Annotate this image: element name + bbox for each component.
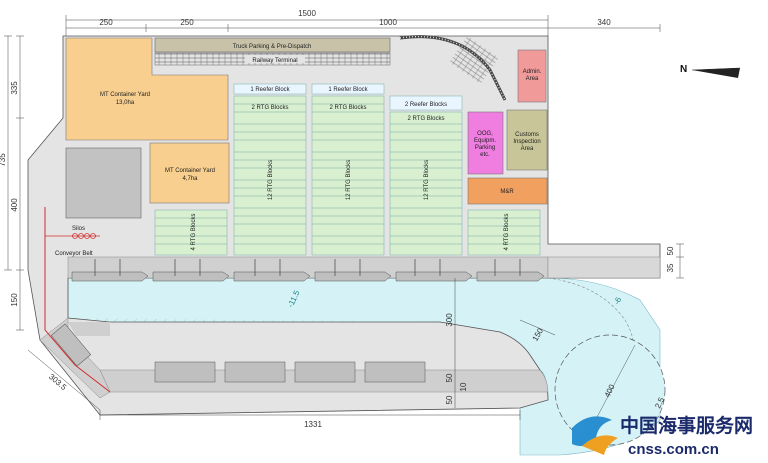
rtg4-label-left: 4 RTG Blocks: [191, 214, 197, 251]
mt-yard-small-size: 4,7ha: [182, 176, 198, 182]
silos-label: Silos: [72, 226, 85, 232]
oog-line-2: Equipm.: [474, 138, 496, 144]
dim-top-seg1: 250: [99, 18, 113, 27]
railway-terminal-label: Railway Terminal: [252, 58, 297, 64]
rtg2-label-2: 2 RTG Blocks: [330, 105, 367, 111]
rtg2-label-1: 2 RTG Blocks: [252, 105, 289, 111]
dim-center-10: 10: [459, 382, 468, 391]
rtg12-label-2: 12 RTG Blocks: [346, 160, 352, 200]
conveyor-belt-label: Conveyor Belt: [55, 251, 93, 257]
dim-right-35: 35: [666, 263, 675, 272]
dim-center-50b: 50: [445, 395, 454, 404]
oog-line-3: Parking: [475, 145, 495, 151]
rtg12-label-1: 12 RTG Blocks: [268, 160, 274, 200]
north-arrow-icon: N: [680, 64, 741, 78]
rtg-column-1: 1 Reefer Block 2 RTG Blocks 12 RTG Block…: [233, 83, 307, 256]
admin-line-2: Area: [526, 76, 539, 82]
watermark-chinese: 中国海事服务网: [620, 414, 753, 437]
port-layout-plan: Truck Parking & Pre-Dispatch Railway Ter…: [0, 9, 753, 458]
dim-bottom-1331: 1331: [304, 420, 322, 429]
reefer-label-3: 2 Reefer Blocks: [405, 102, 447, 108]
dim-left-150: 150: [10, 293, 19, 307]
mr-label: M&R: [500, 189, 514, 195]
rtg4-label-right: 4 RTG Blocks: [504, 214, 510, 251]
dim-top-right: 340: [597, 18, 611, 27]
north-label: N: [680, 64, 687, 75]
dim-top-seg2: 250: [180, 18, 194, 27]
mt-yard-small-name: MT Container Yard: [165, 168, 215, 174]
rtg-block-left: 4 RTG Blocks: [154, 209, 228, 256]
dim-top-total: 1500: [298, 9, 316, 18]
rtg-column-3: 2 Reefer Blocks 2 RTG Blocks 12 RTG Bloc…: [389, 95, 463, 256]
dim-left-400: 400: [10, 198, 19, 212]
reefer-label-1: 1 Reefer Block: [250, 87, 290, 93]
mt-yard-large-size: 13,0ha: [116, 100, 135, 106]
rtg2-label-3: 2 RTG Blocks: [408, 116, 445, 122]
mt-yard-large-name: MT Container Yard: [100, 92, 150, 98]
dim-top-seg3: 1000: [379, 18, 397, 27]
dim-left-735: 735: [0, 153, 7, 167]
customs-line-3: Area: [521, 146, 534, 152]
silos-dark-area: [65, 147, 142, 219]
oog-line-1: OOG,: [477, 131, 493, 137]
rtg-block-right: 4 RTG Blocks: [467, 209, 541, 256]
customs-line-1: Customs: [515, 132, 539, 138]
watermark-url: cnss.com.cn: [628, 441, 719, 458]
reefer-label-2: 1 Reefer Block: [328, 87, 368, 93]
rtg-column-2: 1 Reefer Block 2 RTG Blocks 12 RTG Block…: [311, 83, 385, 256]
truck-parking-label: Truck Parking & Pre-Dispatch: [233, 44, 312, 50]
admin-line-1: Admin.: [523, 69, 542, 75]
dim-diag-303-5: 303.5: [47, 372, 69, 392]
dim-right-50: 50: [666, 246, 675, 255]
customs-line-2: Inspection: [513, 139, 540, 145]
dim-center-50a: 50: [445, 373, 454, 382]
oog-line-4: etc.: [480, 152, 490, 158]
quay-extension: [547, 256, 661, 279]
dim-left-335: 335: [10, 81, 19, 95]
rtg12-label-3: 12 RTG Blocks: [424, 160, 430, 200]
dim-basin-300: 300: [445, 313, 454, 327]
